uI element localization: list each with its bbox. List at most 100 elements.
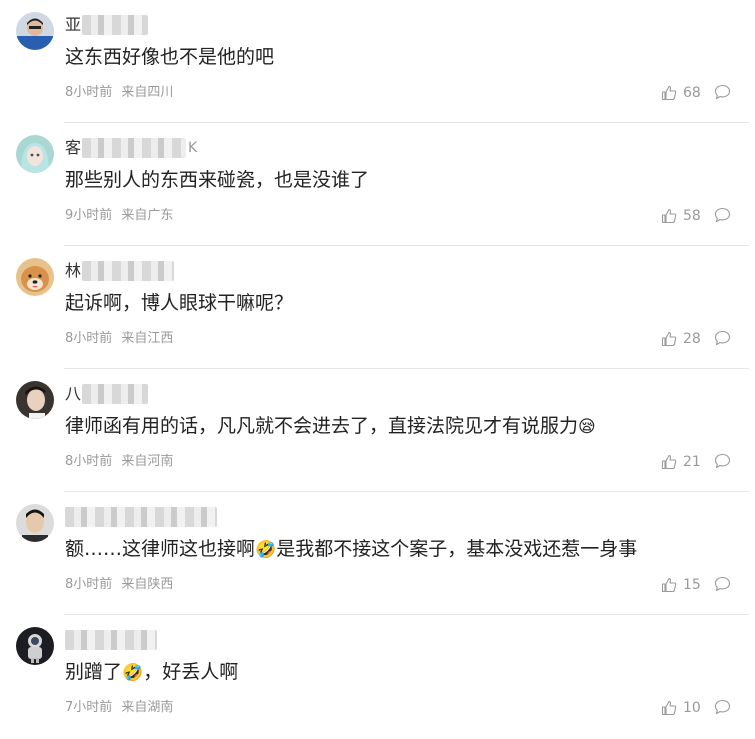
- comment-list: 亚 这东西好像也不是他的吧 8小时前 来自四川 68 客 K 那些别人的东西来碰…: [0, 0, 755, 739]
- username-blurred: [82, 261, 175, 281]
- comment-time: 7小时前: [65, 700, 113, 715]
- reply-button[interactable]: [714, 453, 731, 473]
- comment-meta: 8小时前 来自陕西: [65, 576, 173, 594]
- like-button[interactable]: 28: [661, 330, 701, 348]
- username[interactable]: [65, 629, 157, 651]
- like-count: 10: [683, 700, 701, 716]
- comment-item: 别蹭了🤣，好丢人啊 7小时前 来自湖南 10: [0, 615, 755, 738]
- emoji-sleepy: 😪: [578, 417, 596, 437]
- comment-text-main: 别蹭了: [65, 661, 123, 683]
- like-count: 21: [683, 454, 701, 470]
- like-button[interactable]: 21: [661, 453, 701, 471]
- thumbs-up-icon: [661, 700, 677, 716]
- comment-text: 别蹭了🤣，好丢人啊: [65, 659, 238, 686]
- avatar[interactable]: [16, 12, 54, 50]
- comment-location: 来自河南: [121, 454, 174, 469]
- reply-button[interactable]: [714, 330, 731, 350]
- comment-item: 亚 这东西好像也不是他的吧 8小时前 来自四川 68: [0, 0, 755, 123]
- avatar[interactable]: [16, 135, 54, 173]
- comment-item: 八 律师函有用的话，凡凡就不会进去了，直接法院见才有说服力😪 8小时前 来自河南…: [0, 369, 755, 492]
- comment-text-after: 是我都不接这个案子，基本没戏还惹一身事: [276, 538, 638, 560]
- comment-item: 客 K 那些别人的东西来碰瓷，也是没谁了 9小时前 来自广东 58: [0, 123, 755, 246]
- comment-time: 8小时前: [65, 454, 113, 469]
- username[interactable]: 客 K: [65, 137, 197, 159]
- speech-bubble-icon: [714, 453, 731, 469]
- speech-bubble-icon: [714, 699, 731, 715]
- reply-button[interactable]: [714, 576, 731, 596]
- avatar[interactable]: [16, 627, 54, 665]
- username-blurred: [82, 138, 187, 158]
- username[interactable]: 亚: [65, 14, 149, 36]
- like-count: 68: [683, 85, 701, 101]
- comment-text: 额……这律师这也接啊🤣是我都不接这个案子，基本没戏还惹一身事: [65, 536, 637, 563]
- comment-meta: 7小时前 来自湖南: [65, 699, 173, 717]
- avatar-image: [16, 258, 54, 296]
- avatar[interactable]: [16, 258, 54, 296]
- emoji-rofl: 🤣: [122, 663, 144, 683]
- username-blurred: [65, 630, 157, 650]
- comment-location: 来自广东: [121, 208, 174, 223]
- avatar-image: [16, 627, 54, 665]
- thumbs-up-icon: [661, 454, 677, 470]
- like-count: 15: [683, 577, 701, 593]
- comment-time: 8小时前: [65, 85, 113, 100]
- username-blurred: [65, 507, 217, 527]
- comment-location: 来自四川: [121, 85, 174, 100]
- avatar[interactable]: [16, 504, 54, 542]
- comment-meta: 8小时前 来自江西: [65, 330, 173, 348]
- username-visible-char: 亚: [65, 15, 82, 34]
- like-button[interactable]: 68: [661, 84, 701, 102]
- reply-button[interactable]: [714, 699, 731, 719]
- like-count: 58: [683, 208, 701, 224]
- comment-text: 那些别人的东西来碰瓷，也是没谁了: [65, 167, 369, 193]
- thumbs-up-icon: [661, 85, 677, 101]
- comment-text: 律师函有用的话，凡凡就不会进去了，直接法院见才有说服力😪: [65, 413, 596, 440]
- thumbs-up-icon: [661, 331, 677, 347]
- comment-text-main: 律师函有用的话，凡凡就不会进去了，直接法院见才有说服力: [65, 415, 579, 437]
- username[interactable]: 林: [65, 260, 175, 282]
- comment-text-after: ，好丢人啊: [143, 661, 239, 683]
- username-tail-char: K: [188, 140, 198, 156]
- reply-button[interactable]: [714, 84, 731, 104]
- like-button[interactable]: 15: [661, 576, 701, 594]
- username[interactable]: 八: [65, 383, 149, 405]
- username-blurred: [82, 384, 149, 404]
- comment-time: 8小时前: [65, 577, 113, 592]
- avatar-image: [16, 381, 54, 419]
- username[interactable]: [65, 506, 217, 528]
- thumbs-up-icon: [661, 208, 677, 224]
- reply-button[interactable]: [714, 207, 731, 227]
- comment-text-main: 额……这律师这也接啊: [65, 538, 256, 560]
- comment-location: 来自江西: [121, 331, 174, 346]
- comment-meta: 8小时前 来自四川: [65, 84, 173, 102]
- comment-text-main: 这东西好像也不是他的吧: [65, 46, 275, 68]
- comment-text-main: 起诉啊，博人眼球干嘛呢？: [65, 292, 294, 314]
- thumbs-up-icon: [661, 577, 677, 593]
- speech-bubble-icon: [714, 84, 731, 100]
- username-visible-char: 八: [65, 384, 82, 403]
- comment-location: 来自陕西: [121, 577, 174, 592]
- comment-item: 林 起诉啊，博人眼球干嘛呢？ 8小时前 来自江西 28: [0, 246, 755, 369]
- avatar-image: [16, 504, 54, 542]
- comment-text-main: 那些别人的东西来碰瓷，也是没谁了: [65, 169, 370, 191]
- avatar-image: [16, 12, 54, 50]
- username-visible-char: 林: [65, 261, 82, 280]
- comment-meta: 9小时前 来自广东: [65, 207, 173, 225]
- like-button[interactable]: 58: [661, 207, 701, 225]
- speech-bubble-icon: [714, 330, 731, 346]
- like-button[interactable]: 10: [661, 699, 701, 717]
- comment-time: 9小时前: [65, 208, 113, 223]
- speech-bubble-icon: [714, 576, 731, 592]
- comment-item: 额……这律师这也接啊🤣是我都不接这个案子，基本没戏还惹一身事 8小时前 来自陕西…: [0, 492, 755, 615]
- avatar-image: [16, 135, 54, 173]
- comment-text: 这东西好像也不是他的吧: [65, 44, 274, 70]
- comment-meta: 8小时前 来自河南: [65, 453, 173, 471]
- username-visible-char: 客: [65, 138, 82, 157]
- comment-location: 来自湖南: [121, 700, 174, 715]
- comment-time: 8小时前: [65, 331, 113, 346]
- username-blurred: [82, 15, 149, 35]
- emoji-rofl: 🤣: [255, 540, 277, 560]
- avatar[interactable]: [16, 381, 54, 419]
- comment-text: 起诉啊，博人眼球干嘛呢？: [65, 290, 293, 316]
- like-count: 28: [683, 331, 701, 347]
